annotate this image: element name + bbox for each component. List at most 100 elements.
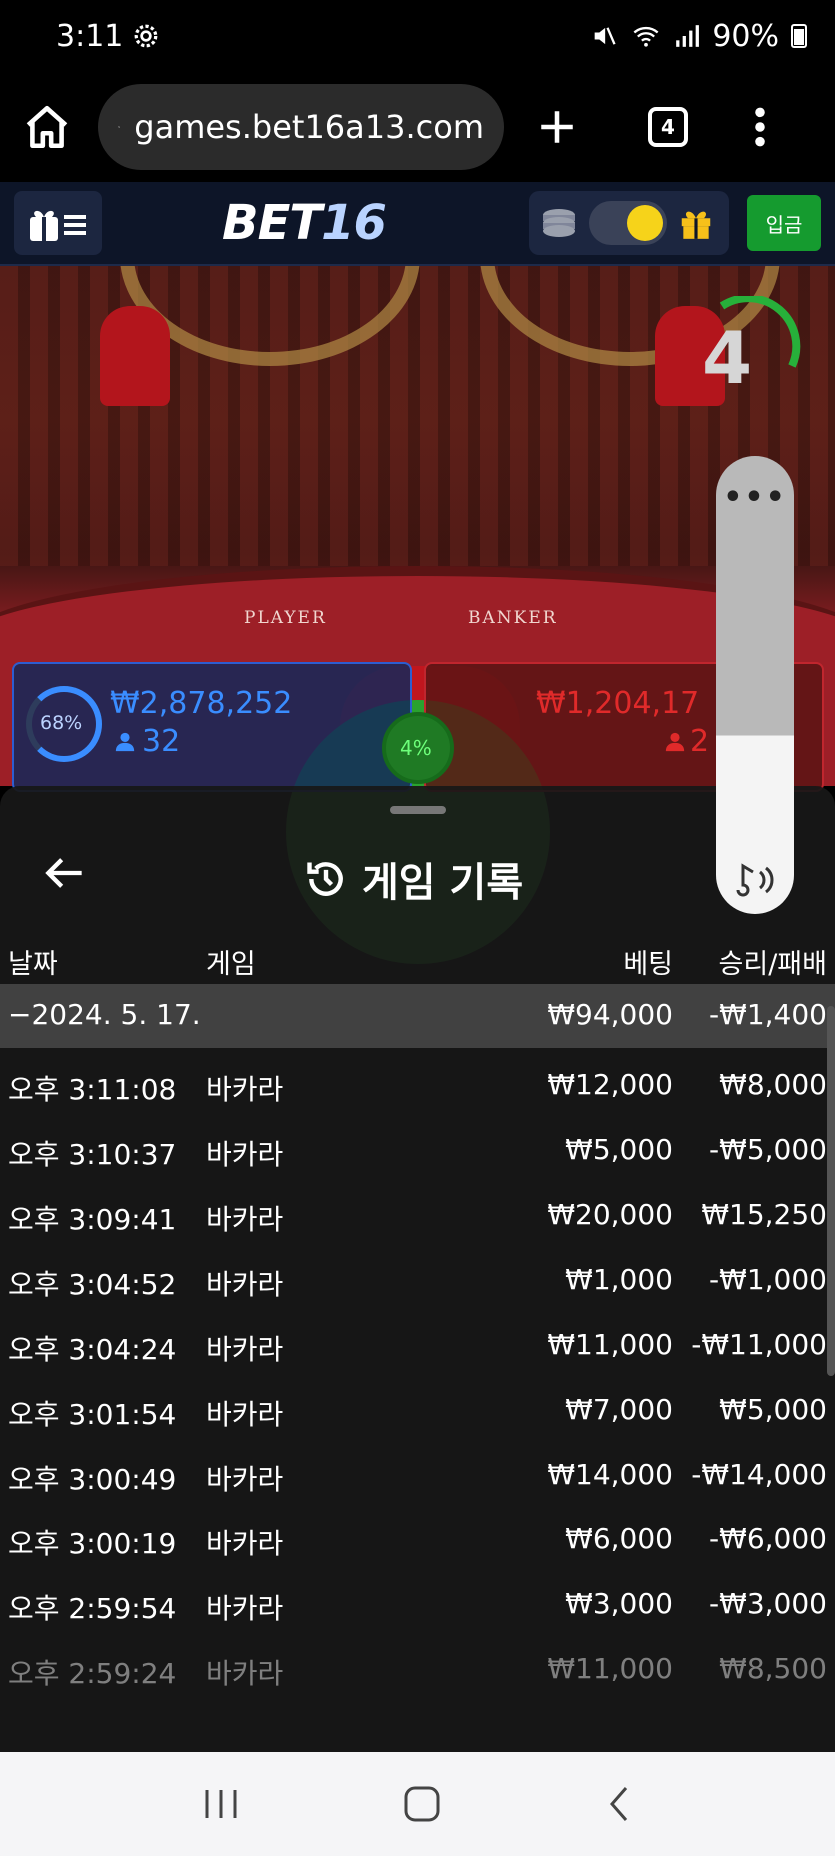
more-vert-icon (755, 107, 765, 147)
history-title: 게임 기록 (362, 860, 524, 906)
new-tab-button[interactable] (536, 106, 578, 148)
summary-bet: ₩94,000 (547, 998, 673, 1031)
table-row[interactable]: 오후 3:09:41 바카라 ₩20,000 ₩15,250 (0, 1184, 835, 1248)
status-icons: 90% (590, 19, 807, 54)
row-game: 바카라 (206, 1527, 284, 1560)
row-winloss: -₩6,000 (709, 1522, 827, 1555)
browser-toolbar: games.bet16a13.com 4 (0, 72, 835, 182)
deposit-button[interactable]: 입금 (747, 195, 821, 251)
system-nav-bar (0, 1752, 835, 1856)
table-row[interactable]: 오후 3:10:37 바카라 ₩5,000 -₩5,000 (0, 1119, 835, 1183)
table-row[interactable]: 오후 2:59:54 바카라 ₩3,000 -₩3,000 (0, 1573, 835, 1637)
table-row[interactable]: 오후 3:00:49 바카라 ₩14,000 -₩14,000 (0, 1444, 835, 1508)
row-game: 바카라 (206, 1333, 284, 1366)
back-nav-icon[interactable] (604, 1784, 634, 1824)
player-amount: ₩2,878,252 (110, 686, 293, 721)
home-button[interactable] (22, 102, 72, 152)
mute-icon (594, 27, 616, 45)
col-winloss: 승리/패배 (718, 949, 827, 980)
table-row[interactable]: 오후 3:11:08 바카라 ₩12,000 ₩8,000 (0, 1054, 835, 1118)
user-icon (665, 732, 685, 752)
row-winloss: ₩8,500 (719, 1652, 827, 1685)
row-bet: ₩1,000 (565, 1263, 673, 1296)
sheet-drag-handle[interactable] (390, 806, 446, 814)
row-time: 오후 3:04:24 (8, 1333, 177, 1366)
table-row[interactable]: 오후 3:04:24 바카라 ₩11,000 -₩11,000 (0, 1314, 835, 1378)
battery-percent: 90% (712, 18, 779, 54)
row-bet: ₩11,000 (547, 1328, 673, 1361)
back-button[interactable] (40, 848, 90, 898)
row-time: 오후 3:09:41 (8, 1203, 177, 1236)
volume-more-icon[interactable]: ••• (716, 480, 794, 515)
history-title-group: 게임 기록 (304, 850, 523, 908)
row-bet: ₩6,000 (565, 1522, 673, 1555)
recents-icon[interactable] (201, 1786, 241, 1822)
site-settings-icon[interactable] (118, 109, 120, 145)
status-bar: 3:11 90% (0, 0, 835, 72)
volume-slider[interactable]: ••• (716, 456, 794, 914)
banker-amount: ₩1,204,17 (536, 686, 700, 721)
row-winloss: -₩5,000 (709, 1133, 827, 1166)
row-game: 바카라 (206, 1657, 284, 1690)
history-icon (307, 862, 343, 896)
row-bet: ₩11,000 (547, 1652, 673, 1685)
date-summary-row[interactable]: −2024. 5. 17. ₩94,000 -₩1,400 (0, 984, 835, 1048)
col-date: 날짜 (8, 949, 58, 980)
row-game: 바카라 (206, 1463, 284, 1496)
coins-icon (543, 209, 575, 237)
url-text: games.bet16a13.com (134, 108, 484, 146)
row-winloss: -₩1,000 (709, 1263, 827, 1296)
summary-date: −2024. 5. 17. (8, 998, 201, 1031)
settings-icon (135, 24, 158, 48)
row-game: 바카라 (206, 1138, 284, 1171)
row-bet: ₩3,000 (565, 1587, 673, 1620)
tie-percent: 4% (400, 736, 432, 760)
balance-toggle[interactable] (589, 201, 667, 245)
row-bet: ₩12,000 (547, 1068, 673, 1101)
player-bet-panel[interactable]: 68% ₩2,878,252 32 (12, 662, 412, 792)
new-tab-icon (541, 111, 573, 143)
countdown-number: 4 (701, 316, 753, 400)
site-header: BET16 입금 (0, 182, 835, 266)
row-bet: ₩7,000 (565, 1393, 673, 1426)
more-menu-button[interactable] (752, 105, 768, 149)
gift-icon[interactable] (677, 204, 715, 242)
row-time: 오후 3:00:49 (8, 1463, 177, 1496)
tabs-icon[interactable]: 4 (648, 107, 688, 147)
tab-count: 4 (661, 115, 675, 139)
countdown-timer: 4 (692, 296, 802, 406)
row-time: 오후 2:59:54 (8, 1592, 177, 1625)
music-volume-icon (736, 863, 774, 897)
table-row[interactable]: 오후 3:00:19 바카라 ₩6,000 -₩6,000 (0, 1508, 835, 1572)
row-winloss: -₩14,000 (691, 1458, 827, 1491)
wallet-toggle-group (529, 191, 729, 255)
table-row[interactable]: 오후 2:59:24 바카라 ₩11,000 ₩8,500 (0, 1638, 835, 1702)
row-winloss: ₩5,000 (719, 1393, 827, 1426)
row-winloss: -₩11,000 (691, 1328, 827, 1361)
battery-icon (791, 24, 807, 48)
address-bar[interactable]: games.bet16a13.com (98, 84, 504, 170)
home-nav-icon[interactable] (402, 1784, 442, 1824)
background-dealer (100, 306, 170, 406)
site-logo[interactable]: BET16 (222, 195, 387, 251)
row-game: 바카라 (206, 1398, 284, 1431)
logo-text-bet: BET (222, 195, 322, 251)
summary-winloss: -₩1,400 (709, 998, 827, 1031)
row-winloss: ₩15,250 (701, 1198, 827, 1231)
history-scrollbar[interactable] (827, 1006, 835, 1376)
row-time: 오후 3:00:19 (8, 1527, 177, 1560)
history-header: 게임 기록 (0, 826, 835, 922)
table-row[interactable]: 오후 3:01:54 바카라 ₩7,000 ₩5,000 (0, 1379, 835, 1443)
table-label-player: PLAYER (244, 608, 327, 628)
table-row[interactable]: 오후 3:04:52 바카라 ₩1,000 -₩1,000 (0, 1249, 835, 1313)
logo-text-num: 16 (321, 195, 387, 251)
row-winloss: ₩8,000 (719, 1068, 827, 1101)
row-bet: ₩5,000 (565, 1133, 673, 1166)
row-time: 오후 3:04:52 (8, 1268, 177, 1301)
table-label-banker: BANKER (468, 608, 558, 628)
row-time: 오후 3:10:37 (8, 1138, 177, 1171)
toggle-knob (627, 205, 663, 241)
player-percent: 68% (40, 712, 83, 734)
gift-menu-button[interactable] (14, 191, 102, 255)
row-winloss: -₩3,000 (709, 1587, 827, 1620)
